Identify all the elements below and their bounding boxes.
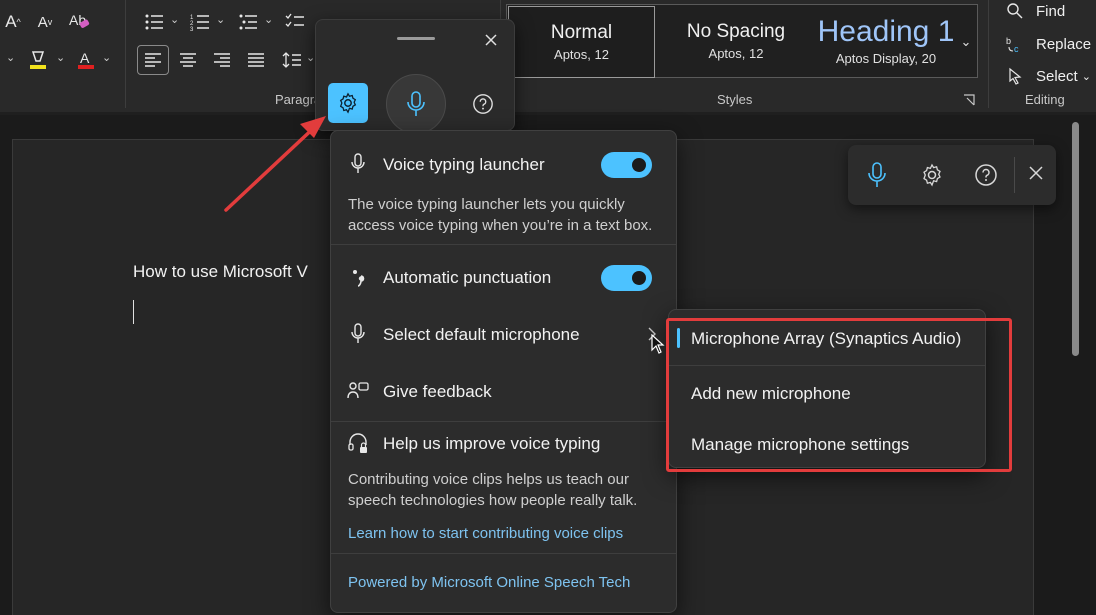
font-color-icon[interactable]: A	[74, 48, 98, 72]
style-no-spacing-font: Aptos, 12	[708, 46, 764, 61]
styles-group-label: Styles	[717, 92, 753, 107]
style-no-spacing[interactable]: No Spacing Aptos, 12	[656, 5, 816, 77]
bullets-icon[interactable]	[142, 10, 166, 34]
checklist-icon[interactable]	[283, 10, 307, 34]
svg-text:c: c	[1014, 44, 1019, 53]
voice-typing-launcher	[315, 19, 515, 134]
close-icon[interactable]	[484, 33, 498, 47]
style-normal-name: Normal	[550, 22, 613, 43]
style-normal[interactable]: Normal Aptos, 12	[508, 6, 655, 78]
style-heading-1[interactable]: Heading 1 Aptos Display, 20	[816, 5, 956, 77]
style-normal-font: Aptos, 12	[554, 47, 609, 62]
launcher-description: The voice typing launcher lets you quick…	[348, 196, 653, 234]
voice-typing-settings-menu: Voice typing launcher The voice typing l…	[330, 130, 677, 613]
powered-by-link[interactable]: Powered by Microsoft Online Speech Tech	[348, 574, 630, 591]
chevron-down-icon[interactable]: ⌄	[264, 13, 273, 26]
select-button[interactable]: Select ⌄	[1006, 67, 1091, 85]
chevron-down-icon[interactable]: ⌄	[6, 51, 15, 64]
close-icon[interactable]	[1028, 165, 1044, 181]
microphone-button[interactable]	[386, 74, 446, 134]
style-heading-1-name: Heading 1	[817, 15, 955, 48]
menu-divider	[331, 553, 676, 554]
mouse-cursor-icon	[651, 334, 665, 354]
ribbon: A ^ Av Ab ⌄ ⌄ A ⌄ ⌄ 123 ⌄ ⌄ ⌄ Paragra No…	[0, 0, 1096, 115]
microphone-icon	[407, 91, 425, 116]
grow-font-icon[interactable]: A ^	[2, 10, 24, 34]
select-microphone-item[interactable]: Select default microphone	[331, 309, 676, 359]
search-icon	[1007, 3, 1023, 19]
svg-text:b: b	[1006, 36, 1011, 46]
shrink-font-icon[interactable]: Av	[34, 10, 56, 34]
launcher-toggle[interactable]	[601, 152, 652, 178]
find-button[interactable]: Find	[1006, 2, 1065, 20]
chevron-down-icon[interactable]: ⌄	[102, 51, 111, 64]
vertical-scrollbar[interactable]	[1072, 122, 1079, 356]
chevron-down-icon[interactable]: ⌄	[170, 13, 179, 26]
multilevel-list-icon[interactable]	[236, 10, 260, 34]
punctuation-icon	[346, 265, 370, 289]
replace-label: Replace	[1036, 35, 1092, 53]
text-caret	[133, 300, 134, 324]
chevron-down-icon[interactable]: ⌄	[306, 51, 315, 64]
microphone-icon[interactable]	[866, 161, 888, 189]
chevron-down-icon: ⌄	[1081, 70, 1091, 83]
settings-button[interactable]	[328, 83, 368, 123]
chevron-down-icon[interactable]: ⌄	[56, 51, 65, 64]
document-text[interactable]: How to use Microsoft V	[133, 262, 308, 282]
dialog-launcher-icon[interactable]	[962, 93, 976, 107]
styles-gallery: Normal Aptos, 12 No Spacing Aptos, 12 He…	[506, 4, 978, 78]
menu-divider	[331, 421, 676, 422]
drag-handle[interactable]	[397, 37, 435, 40]
toolbar-divider	[1014, 157, 1015, 193]
select-microphone-label: Select default microphone	[383, 325, 580, 344]
style-heading-1-font: Aptos Display, 20	[835, 51, 937, 66]
editing-group-label: Editing	[1025, 92, 1065, 107]
select-label: Select	[1036, 67, 1078, 85]
launcher-toggle-label: Voice typing launcher	[383, 155, 545, 174]
align-left-button[interactable]	[137, 45, 169, 75]
give-feedback-label: Give feedback	[383, 382, 492, 401]
clear-formatting-icon[interactable]: Ab	[66, 8, 92, 34]
learn-contributing-link[interactable]: Learn how to start contributing voice cl…	[348, 525, 623, 542]
style-no-spacing-name: No Spacing	[686, 21, 786, 42]
numbering-icon[interactable]: 123	[188, 10, 212, 34]
punctuation-toggle[interactable]	[601, 265, 652, 291]
replace-button[interactable]: bc Replace	[1006, 35, 1092, 54]
microphone-icon	[346, 152, 370, 176]
menu-divider	[331, 244, 676, 245]
microphone-icon	[346, 322, 370, 346]
give-feedback-item[interactable]: Give feedback	[331, 367, 676, 417]
line-spacing-icon[interactable]	[280, 48, 304, 72]
chevron-down-icon[interactable]: ⌄	[216, 13, 225, 26]
voice-typing-toolbar	[848, 145, 1056, 205]
help-icon[interactable]	[472, 93, 494, 115]
align-right-icon[interactable]	[210, 48, 234, 72]
find-label: Find	[1036, 2, 1066, 20]
cursor-select-icon	[1009, 67, 1022, 85]
feedback-icon	[346, 379, 370, 403]
gear-icon	[339, 92, 357, 114]
justify-icon[interactable]	[244, 48, 268, 72]
punctuation-toggle-label: Automatic punctuation	[383, 268, 552, 287]
help-improve-label: Help us improve voice typing	[383, 434, 601, 453]
replace-icon: bc	[1006, 36, 1019, 53]
headset-lock-icon	[346, 431, 370, 455]
gear-icon[interactable]	[920, 163, 944, 187]
annotation-highlight-box	[666, 318, 1012, 472]
align-center-icon[interactable]	[176, 48, 200, 72]
svg-text:A: A	[80, 50, 90, 66]
svg-text:3: 3	[190, 27, 194, 31]
styles-more-button[interactable]: ⌄	[956, 28, 976, 56]
help-improve-description: Contributing voice clips helps us teach …	[348, 471, 638, 509]
highlighter-icon[interactable]	[26, 48, 50, 72]
help-icon[interactable]	[974, 163, 998, 187]
